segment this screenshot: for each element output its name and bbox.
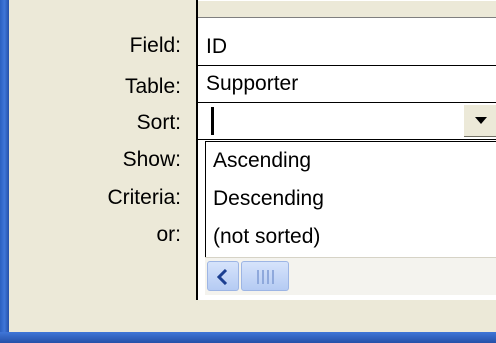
window-frame-left: [0, 0, 9, 343]
thumb-grip-line: [257, 270, 259, 284]
scroll-thumb[interactable]: [241, 261, 289, 291]
field-label: Field:: [129, 34, 181, 57]
thumb-grip-line: [267, 270, 269, 284]
horizontal-scrollbar[interactable]: [205, 257, 496, 295]
sort-option-descending[interactable]: Descending: [213, 180, 493, 218]
arrow-left-icon: [217, 269, 228, 285]
sort-label: Sort:: [136, 111, 181, 134]
row-labels: Field: Table: Sort: Show: Criteria: or:: [9, 0, 181, 332]
table-cell[interactable]: Supporter: [198, 66, 496, 103]
query-design-window: Field: Table: Sort: Show: Criteria: or: …: [0, 0, 496, 343]
field-value: ID: [206, 35, 227, 58]
criteria-label: Criteria:: [107, 186, 181, 209]
chevron-down-icon: [475, 117, 487, 124]
field-cell[interactable]: ID: [198, 29, 496, 66]
or-label: or:: [156, 223, 181, 246]
column-selector-header[interactable]: [198, 0, 496, 18]
table-value: Supporter: [206, 72, 299, 95]
scroll-left-button[interactable]: [207, 261, 239, 291]
text-caret: [211, 107, 214, 135]
sort-option-not-sorted[interactable]: (not sorted): [213, 218, 493, 256]
window-frame-bottom: [0, 332, 496, 343]
thumb-grip-line: [272, 270, 274, 284]
sort-cell[interactable]: [198, 103, 496, 140]
thumb-grip-line: [262, 270, 264, 284]
show-label: Show:: [122, 148, 181, 171]
sort-dropdown-button[interactable]: [463, 104, 496, 137]
sort-options-list: Ascending Descending (not sorted): [205, 141, 496, 259]
sort-option-ascending[interactable]: Ascending: [213, 142, 493, 180]
table-label: Table:: [124, 75, 181, 98]
